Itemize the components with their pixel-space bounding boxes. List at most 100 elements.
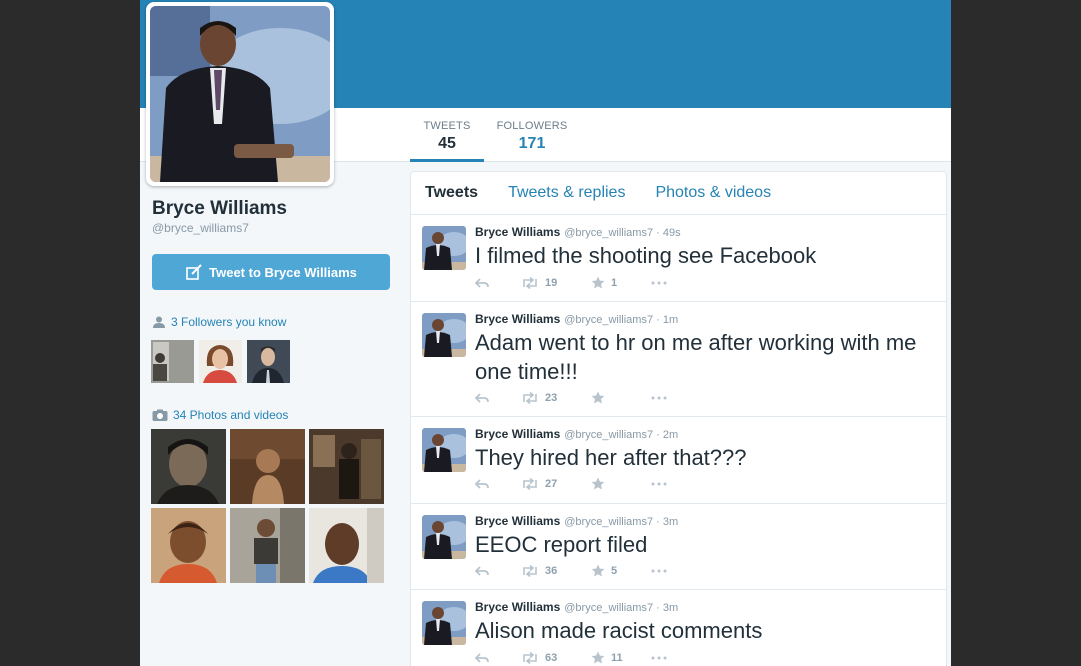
tweet-header: Bryce Williams @bryce_williams7 · 3m: [475, 600, 678, 614]
reply-icon: [475, 652, 489, 663]
tweet-author-name[interactable]: Bryce Williams: [475, 600, 560, 614]
favorite-button[interactable]: [591, 391, 651, 404]
reply-button[interactable]: [475, 392, 521, 403]
photos-videos-link[interactable]: 34 Photos and videos: [152, 408, 288, 422]
tweet-actions: 27: [475, 477, 667, 490]
followers-you-know-label: 3 Followers you know: [171, 315, 287, 329]
retweet-button[interactable]: 19: [521, 276, 591, 289]
tweet-to-button-label: Tweet to Bryce Williams: [209, 264, 357, 280]
tweet-actions: 19 1: [475, 276, 667, 289]
tweet-handle-time[interactable]: @bryce_williams7 · 2m: [564, 429, 678, 441]
more-button[interactable]: [651, 569, 667, 573]
reply-icon: [475, 392, 489, 403]
star-icon: [591, 276, 605, 289]
retweet-button[interactable]: 23: [521, 391, 591, 404]
tweet-item[interactable]: Bryce Williams @bryce_williams7 · 3m Aliso…: [411, 590, 946, 666]
tweet-item[interactable]: Bryce Williams @bryce_williams7 · 1m Adam …: [411, 302, 946, 417]
profile-name[interactable]: Bryce Williams: [152, 198, 287, 220]
photos-videos-label: 34 Photos and videos: [173, 408, 289, 422]
follower-avatar[interactable]: [199, 340, 242, 383]
tweets-stat[interactable]: TWEETS 45: [410, 108, 484, 162]
retweet-icon: [523, 564, 537, 577]
media-thumbnail[interactable]: [230, 508, 305, 583]
tweet-author-name[interactable]: Bryce Williams: [475, 225, 560, 239]
tweet-avatar[interactable]: [422, 601, 466, 645]
profile-avatar[interactable]: [146, 2, 334, 186]
follower-avatar[interactable]: [247, 340, 290, 383]
more-button[interactable]: [651, 396, 667, 400]
star-icon: [591, 477, 605, 490]
reply-button[interactable]: [475, 478, 521, 489]
tweet-author-name[interactable]: Bryce Williams: [475, 312, 560, 326]
camera-icon: [152, 409, 168, 421]
media-thumbnail[interactable]: [309, 429, 384, 504]
media-thumbnail[interactable]: [309, 508, 384, 583]
star-icon: [591, 564, 605, 577]
favorite-count: 11: [611, 651, 623, 664]
reply-button[interactable]: [475, 652, 521, 663]
media-thumbnail[interactable]: [151, 429, 226, 504]
tweet-to-button[interactable]: Tweet to Bryce Williams: [152, 254, 390, 290]
tab-tweets[interactable]: Tweets: [425, 184, 478, 202]
tweet-avatar[interactable]: [422, 515, 466, 559]
followers-stat[interactable]: FOLLOWERS 171: [494, 120, 570, 153]
favorite-button[interactable]: 1: [591, 276, 651, 289]
media-thumbnail[interactable]: [230, 429, 305, 504]
tweet-author-name[interactable]: Bryce Williams: [475, 514, 560, 528]
more-button[interactable]: [651, 656, 667, 660]
more-button[interactable]: [651, 281, 667, 285]
star-icon: [591, 651, 605, 664]
favorite-count: 5: [611, 564, 618, 577]
star-icon: [591, 391, 605, 404]
tweet-item[interactable]: Bryce Williams @bryce_williams7 · 2m They …: [411, 417, 946, 504]
tab-photos-and-videos[interactable]: Photos & videos: [655, 184, 771, 202]
tweet-avatar[interactable]: [422, 428, 466, 472]
reply-icon: [475, 478, 489, 489]
tweet-author-name[interactable]: Bryce Williams: [475, 427, 560, 441]
tweet-actions: 36 5: [475, 564, 667, 577]
retweet-count: 36: [545, 564, 558, 577]
more-icon: [651, 396, 667, 399]
followers-you-know-link[interactable]: 3 Followers you know: [152, 315, 286, 329]
retweet-icon: [523, 651, 537, 664]
favorite-button[interactable]: 11: [591, 651, 651, 664]
more-button[interactable]: [651, 482, 667, 486]
retweet-icon: [523, 276, 537, 289]
tweet-text: EEOC report filed: [475, 532, 648, 557]
media-thumbnail[interactable]: [151, 508, 226, 583]
tweet-header: Bryce Williams @bryce_williams7 · 49s: [475, 225, 681, 239]
tweet-item[interactable]: Bryce Williams @bryce_williams7 · 3m EEOC …: [411, 504, 946, 590]
tweet-header: Bryce Williams @bryce_williams7 · 2m: [475, 427, 678, 441]
person-icon: [153, 316, 165, 328]
reply-button[interactable]: [475, 277, 521, 288]
retweet-count: 27: [545, 477, 558, 490]
follower-avatar[interactable]: [151, 340, 194, 383]
retweet-button[interactable]: 27: [521, 477, 591, 490]
tweet-item[interactable]: Bryce Williams @bryce_williams7 · 49s I fi…: [411, 215, 946, 302]
tweet-text: Adam went to hr on me after working with…: [475, 330, 917, 384]
timeline-tabs: Tweets Tweets & replies Photos & videos: [411, 172, 946, 215]
followers-stat-value: 171: [518, 135, 546, 152]
retweet-button[interactable]: 63: [521, 651, 591, 664]
reply-icon: [475, 277, 489, 288]
retweet-icon: [523, 477, 537, 490]
retweet-icon: [523, 391, 537, 404]
favorite-button[interactable]: [591, 477, 651, 490]
retweet-button[interactable]: 36: [521, 564, 591, 577]
tweet-text: Alison made racist comments: [475, 618, 763, 643]
more-icon: [651, 656, 667, 659]
tweet-handle-time[interactable]: @bryce_williams7 · 1m: [564, 314, 678, 326]
tweet-header: Bryce Williams @bryce_williams7 · 3m: [475, 514, 678, 528]
tweet-handle-time[interactable]: @bryce_williams7 · 3m: [564, 516, 678, 528]
tweet-handle-time[interactable]: @bryce_williams7 · 49s: [564, 227, 680, 239]
tweet-actions: 63 11: [475, 651, 667, 664]
tab-tweets-and-replies[interactable]: Tweets & replies: [508, 184, 625, 202]
favorite-button[interactable]: 5: [591, 564, 651, 577]
tweet-avatar[interactable]: [422, 313, 466, 357]
reply-button[interactable]: [475, 565, 521, 576]
tweet-avatar[interactable]: [422, 226, 466, 270]
more-icon: [651, 569, 667, 572]
tweet-handle-time[interactable]: @bryce_williams7 · 3m: [564, 602, 678, 614]
more-icon: [651, 482, 667, 485]
followers-stat-label: FOLLOWERS: [496, 120, 568, 132]
